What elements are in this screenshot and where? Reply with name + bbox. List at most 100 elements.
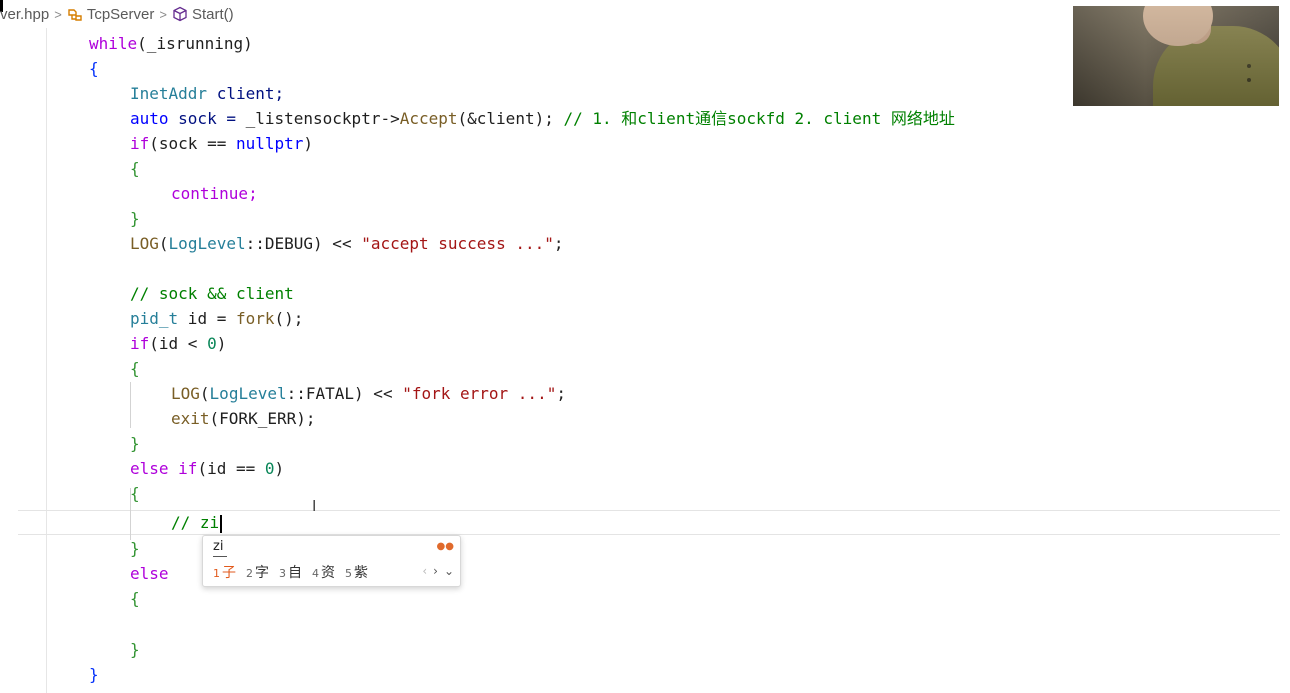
code-line[interactable]: while(_isrunning) xyxy=(89,31,253,56)
code-token: sock = xyxy=(168,109,246,128)
type-token: pid_t xyxy=(130,309,179,328)
function-token: exit xyxy=(171,409,210,428)
webcam-overlay xyxy=(1073,6,1279,106)
function-token: fork xyxy=(235,309,275,328)
code-line[interactable]: LOG(LogLevel::DEBUG) << "accept success … xyxy=(130,231,564,256)
code-line[interactable]: pid_t id = fork(); xyxy=(130,306,303,331)
ime-candidate[interactable]: 4资 xyxy=(312,562,335,582)
ime-candidate-text: 自 xyxy=(288,565,302,581)
chevron-right-icon: > xyxy=(54,6,62,22)
ime-candidate[interactable]: 3自 xyxy=(279,562,302,582)
code-line[interactable]: // sock && client xyxy=(130,281,294,306)
code-line[interactable]: { xyxy=(130,481,140,506)
comment-token: // 1. 和client通信sockfd 2. client 网络地址 xyxy=(563,109,955,128)
string-token: "fork error ..." xyxy=(402,384,557,403)
ime-candidate[interactable]: 1子 xyxy=(213,562,236,582)
function-token: Accept xyxy=(399,109,458,128)
code-token: (id == xyxy=(197,459,265,478)
number-token: 0 xyxy=(264,459,275,478)
number-token: 0 xyxy=(207,334,217,353)
ime-candidate[interactable]: 2字 xyxy=(246,562,269,582)
code-line[interactable]: InetAddr client; xyxy=(130,81,284,106)
ime-composition-text: zi xyxy=(213,539,224,554)
code-token: id = xyxy=(178,309,236,328)
keyword-token: nullptr xyxy=(235,134,304,153)
ime-candidate-number: 4 xyxy=(312,567,319,580)
type-token: LogLevel xyxy=(209,384,287,403)
ime-candidate-text: 紫 xyxy=(354,565,368,581)
ime-composition-underline xyxy=(213,556,227,557)
chevron-down-icon[interactable]: ⌄ xyxy=(444,564,454,578)
code-line[interactable]: } xyxy=(89,662,99,687)
breadcrumb-class[interactable]: TcpServer xyxy=(87,6,155,23)
ime-skin-icon[interactable]: ●● xyxy=(437,541,454,552)
class-icon xyxy=(68,9,82,21)
code-token: (id < xyxy=(149,334,208,353)
code-line[interactable]: if(sock == nullptr) xyxy=(130,131,313,156)
keyword-token: if xyxy=(130,334,150,353)
indent-guide xyxy=(130,382,131,428)
code-line[interactable]: exit(FORK_ERR); xyxy=(171,406,316,431)
code-line[interactable]: } xyxy=(130,536,140,561)
code-token: ( xyxy=(158,234,169,253)
text-caret xyxy=(220,514,223,533)
code-token: (); xyxy=(274,309,304,328)
keyword-token: if xyxy=(130,134,150,153)
ime-candidate-popup[interactable]: zi ●● 1子 2字 3自 4资 5紫 ‹ › ⌄ xyxy=(202,535,461,587)
code-line[interactable]: { xyxy=(89,56,99,81)
keyword-token: auto xyxy=(130,109,169,128)
code-line[interactable]: { xyxy=(130,586,140,611)
code-token: (&client); xyxy=(457,109,564,128)
code-line[interactable]: { xyxy=(130,156,140,181)
code-token: ( xyxy=(199,384,210,403)
code-line[interactable]: continue; xyxy=(171,181,258,206)
code-token: ::FATAL) << xyxy=(286,384,403,403)
ime-candidate-number: 2 xyxy=(246,567,253,580)
code-token: ::DEBUG) << xyxy=(245,234,362,253)
breadcrumb: ver.hpp > TcpServer > Start() xyxy=(0,4,234,24)
ime-candidate-list: 1子 2字 3自 4资 5紫 xyxy=(213,562,368,582)
code-line[interactable]: } xyxy=(130,431,140,456)
ime-candidate-number: 3 xyxy=(279,567,286,580)
code-line[interactable]: } xyxy=(130,637,140,662)
chevron-right-icon: > xyxy=(159,6,167,22)
macro-token: LOG xyxy=(130,234,159,253)
code-line-current[interactable]: // zi xyxy=(171,510,223,535)
ime-candidate-text: 资 xyxy=(321,565,335,581)
code-line[interactable]: auto sock = _listensockptr->Accept(&clie… xyxy=(130,106,955,131)
ime-nav: ‹ › ⌄ xyxy=(422,564,454,578)
code-token: ; xyxy=(556,384,566,403)
chevron-left-icon[interactable]: ‹ xyxy=(422,564,427,578)
code-token: client; xyxy=(207,84,285,103)
code-token: ; xyxy=(553,234,564,253)
code-token: (FORK_ERR); xyxy=(209,409,316,428)
type-token: InetAddr xyxy=(130,84,208,103)
chevron-right-icon[interactable]: › xyxy=(433,564,438,578)
code-line[interactable]: { xyxy=(130,356,140,381)
comment-token: // zi xyxy=(171,513,220,532)
type-token: LogLevel xyxy=(168,234,246,253)
code-line[interactable]: LOG(LogLevel::FATAL) << "fork error ..."… xyxy=(171,381,566,406)
mouse-ibeam-cursor-icon: I xyxy=(312,497,317,515)
ime-candidate-text: 字 xyxy=(255,565,269,581)
keyword-token: else if xyxy=(130,459,198,478)
code-line[interactable]: } xyxy=(130,206,140,231)
keyword-token: while xyxy=(89,34,138,53)
macro-token: LOG xyxy=(171,384,200,403)
breadcrumb-file[interactable]: ver.hpp xyxy=(0,6,49,23)
code-token: (_isrunning) xyxy=(137,34,253,53)
ime-candidate-number: 1 xyxy=(213,567,220,580)
code-line[interactable]: if(id < 0) xyxy=(130,331,226,356)
code-line[interactable]: else if(id == 0) xyxy=(130,456,284,481)
code-token: (sock == xyxy=(149,134,236,153)
editor-gutter-border xyxy=(46,28,47,693)
code-line[interactable]: else xyxy=(130,561,169,586)
webcam-shading xyxy=(1073,6,1279,106)
ime-candidate-number: 5 xyxy=(345,567,352,580)
ime-candidate[interactable]: 5紫 xyxy=(345,562,368,582)
code-token: ) xyxy=(216,334,227,353)
code-token: ) xyxy=(274,459,285,478)
code-token: _listensockptr-> xyxy=(245,109,400,128)
ime-candidate-text: 子 xyxy=(222,565,236,581)
breadcrumb-method[interactable]: Start() xyxy=(192,6,234,23)
